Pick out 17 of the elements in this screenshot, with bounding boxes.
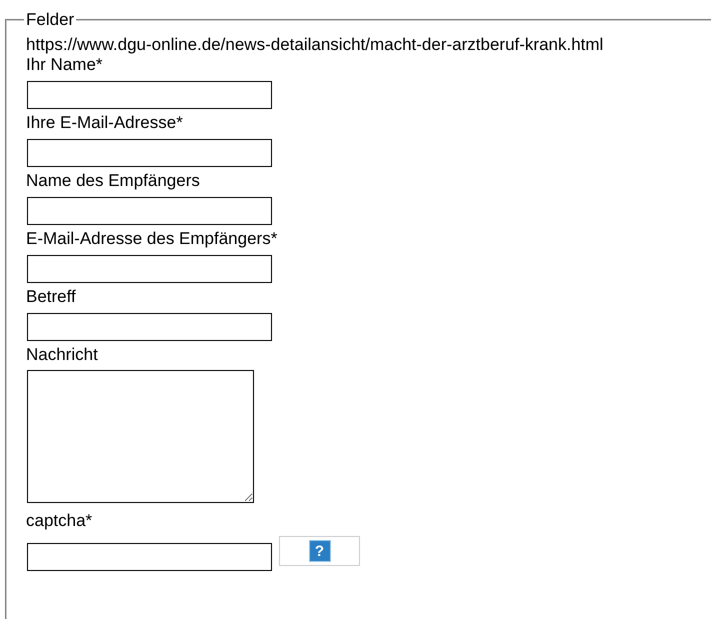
- captcha-field[interactable]: [27, 543, 272, 571]
- input-field[interactable]: [27, 139, 272, 167]
- field-label: Betreff: [26, 287, 76, 307]
- message-field[interactable]: [27, 370, 254, 503]
- input-field[interactable]: [27, 313, 272, 341]
- field-label: Nachricht: [26, 345, 98, 365]
- field-label: Name des Empfängers: [26, 171, 200, 191]
- input-field[interactable]: [27, 81, 272, 109]
- field-label: Ihre E-Mail-Adresse*: [26, 113, 183, 133]
- page-url: https://www.dgu-online.de/news-detailansicht/macht-der-arztberuf-krank.html: [26, 35, 604, 55]
- fieldset-legend: Felder: [24, 10, 76, 30]
- field-label: captcha*: [26, 511, 92, 531]
- help-button[interactable]: ?: [279, 536, 360, 566]
- input-field[interactable]: [27, 255, 272, 283]
- field-label: Ihr Name*: [26, 55, 103, 75]
- field-label: E-Mail-Adresse des Empfängers*: [26, 229, 278, 249]
- input-field[interactable]: [27, 197, 272, 225]
